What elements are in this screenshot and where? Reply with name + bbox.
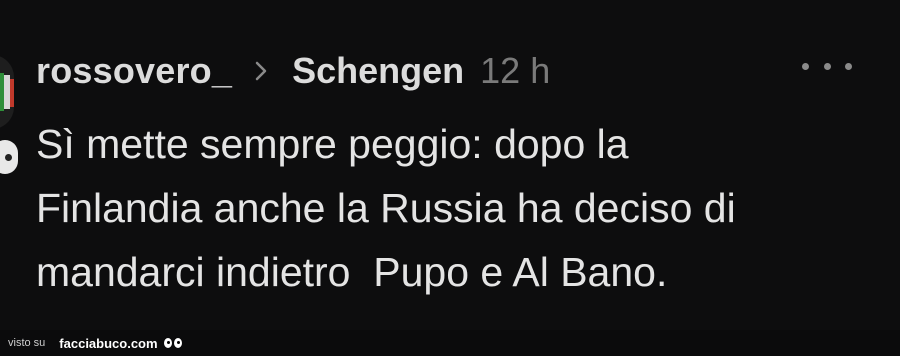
username-link[interactable]: rossovero_ [36,50,232,92]
eyes-icon [163,336,184,350]
chevron-right-icon [254,60,276,82]
post-timestamp: 12 h [480,50,551,91]
visto-su-label: visto su [8,337,46,349]
site-name: facciabuco.com [59,335,158,351]
expand-thread-button[interactable] [0,140,18,174]
comment-post: rossovero_ Schengen 12 h Sì mette sempre… [0,0,900,330]
watermark-footer: visto su facciabuco.com [0,330,900,356]
post-header: rossovero_ Schengen 12 h [36,46,550,96]
group-link[interactable]: Schengen [292,50,464,92]
avatar[interactable] [0,55,14,129]
more-options-icon[interactable] [802,58,852,74]
post-text: Sì mette sempre peggio: dopo la Finlandi… [36,121,736,295]
